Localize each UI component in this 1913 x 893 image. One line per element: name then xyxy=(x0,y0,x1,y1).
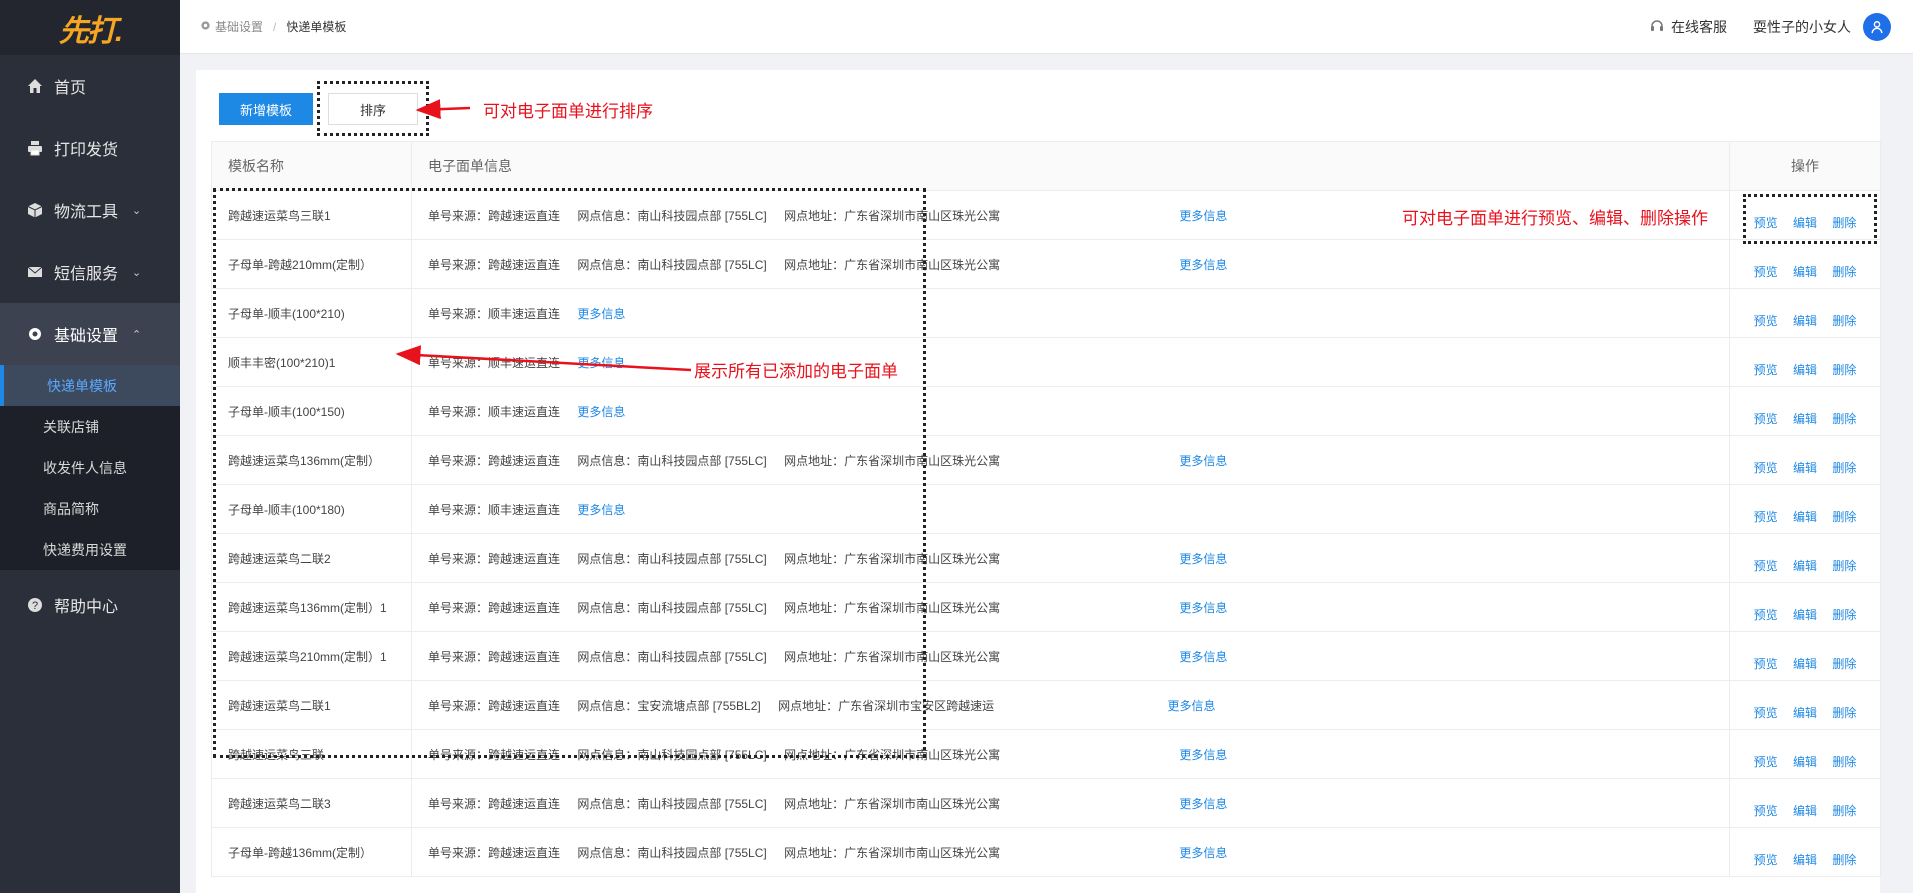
online-support-link[interactable]: 在线客服 xyxy=(1671,17,1727,37)
headset-icon xyxy=(1649,17,1665,36)
header-right: 在线客服 耍性子的小女人 xyxy=(1649,12,1891,41)
submenu-item-linked-shops[interactable]: 关联店铺 xyxy=(0,406,180,447)
sidebar-item-label: 基础设置 xyxy=(54,328,119,345)
box-icon xyxy=(26,201,44,219)
gear-icon xyxy=(200,20,211,34)
breadcrumb: 基础设置 / 快递单模板 xyxy=(200,18,346,35)
help-icon: ? xyxy=(26,596,44,614)
sidebar-item-label: 首页 xyxy=(54,80,87,97)
user-name[interactable]: 耍性子的小女人 xyxy=(1753,17,1851,37)
gear-icon xyxy=(26,325,44,343)
sidebar: 先打. 首页 打印发货 物流工具 ⌄ 短信服务 ⌄ 基础设置 ⌃ 快递单模板 关… xyxy=(0,0,180,893)
avatar[interactable] xyxy=(1863,12,1891,41)
breadcrumb-current: 快递单模板 xyxy=(286,20,347,34)
sidebar-item-sms[interactable]: 短信服务 ⌄ xyxy=(0,241,180,303)
breadcrumb-separator: / xyxy=(273,19,277,34)
sidebar-item-label: 打印发货 xyxy=(54,142,119,159)
sidebar-item-label: 帮助中心 xyxy=(54,599,119,616)
sidebar-item-logistics[interactable]: 物流工具 ⌄ xyxy=(0,179,180,241)
sidebar-item-settings[interactable]: 基础设置 ⌃ xyxy=(0,303,180,365)
annotation-sort: 可对电子面单进行排序 xyxy=(483,102,653,122)
logo-text: 先打. xyxy=(58,14,123,48)
submenu-item-product-alias[interactable]: 商品简称 xyxy=(0,488,180,529)
printer-icon xyxy=(26,139,44,157)
logo: 先打. xyxy=(0,0,180,55)
svg-text:?: ? xyxy=(32,600,38,612)
chevron-down-icon: ⌄ xyxy=(132,266,142,279)
sidebar-item-label: 物流工具 xyxy=(54,204,119,221)
sidebar-item-print[interactable]: 打印发货 xyxy=(0,117,180,179)
chevron-down-icon: ⌄ xyxy=(132,204,142,217)
sidebar-item-label: 短信服务 xyxy=(54,266,119,283)
sort-arrow xyxy=(415,99,471,120)
mail-icon xyxy=(26,263,44,281)
submenu-item-shipping-fee[interactable]: 快递费用设置 xyxy=(0,529,180,570)
breadcrumb-parent[interactable]: 基础设置 xyxy=(215,18,263,35)
top-header: 基础设置 / 快递单模板 在线客服 耍性子的小女人 xyxy=(180,0,1913,54)
annotation-arrows xyxy=(395,99,692,372)
submenu-item-express-template[interactable]: 快递单模板 xyxy=(0,365,180,406)
main-panel: 新增模板 排序 模板名称 电子面单信息 操作 跨越速运菜鸟三联1 单号来源：跨越… xyxy=(196,70,1881,893)
annotation-list: 展示所有已添加的电子面单 xyxy=(694,362,898,382)
chevron-up-icon: ⌃ xyxy=(132,328,142,341)
annotation-ops: 可对电子面单进行预览、编辑、删除操作 xyxy=(1402,209,1708,229)
sidebar-item-home[interactable]: 首页 xyxy=(0,55,180,117)
submenu-item-sender-info[interactable]: 收发件人信息 xyxy=(0,447,180,488)
home-icon xyxy=(26,77,44,95)
sidebar-item-help[interactable]: ? 帮助中心 xyxy=(0,574,180,636)
settings-submenu: 快递单模板 关联店铺 收发件人信息 商品简称 快递费用设置 xyxy=(0,365,180,570)
list-arrow xyxy=(395,345,692,372)
